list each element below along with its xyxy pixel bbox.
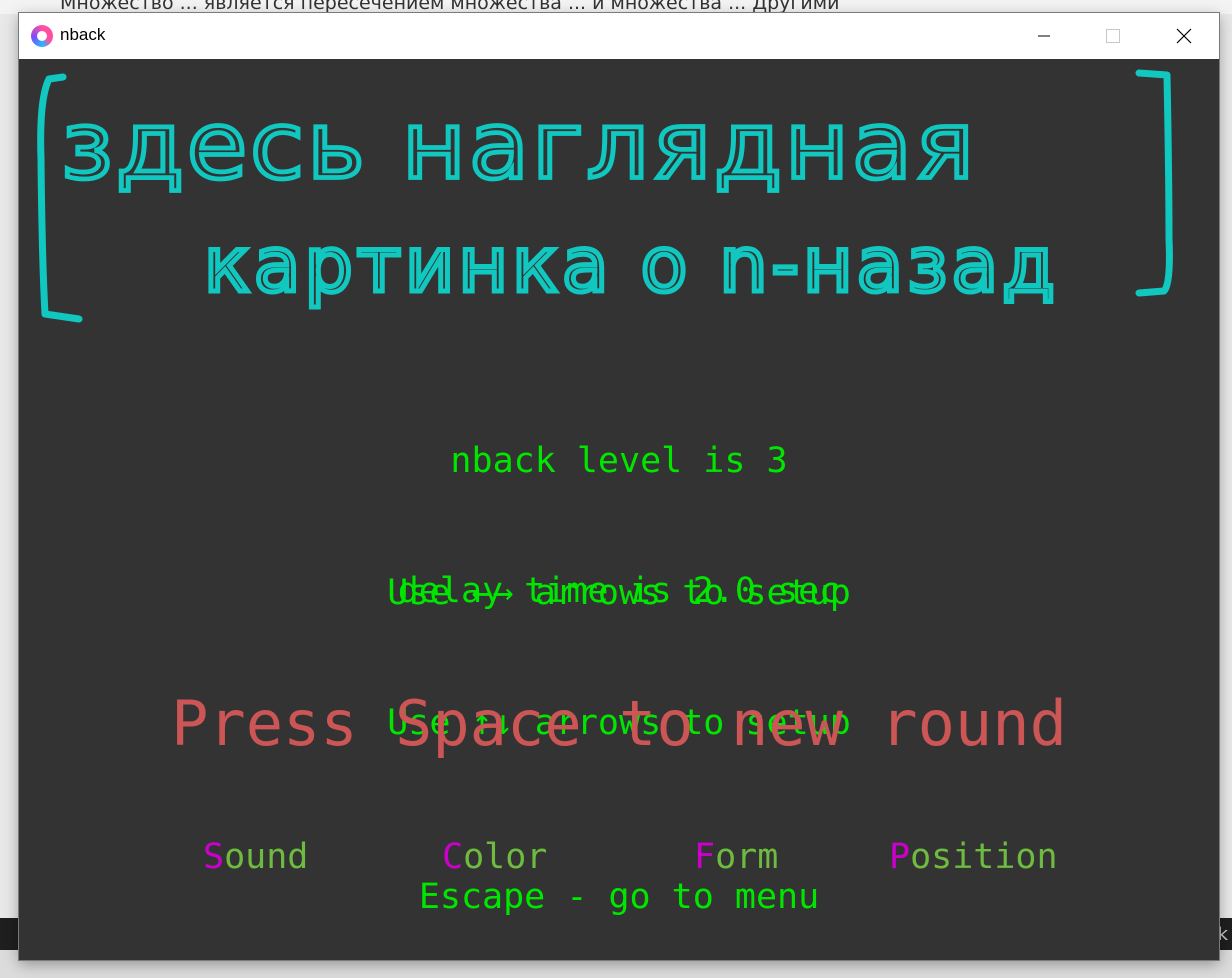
mode-color: Color [442, 835, 547, 879]
background-char: k [1217, 924, 1228, 945]
start-round-prompt: Press Space to new round [171, 687, 1067, 760]
delay-info: delay time is 2.0 sec Use ↑↓ arrows to s… [19, 481, 1219, 833]
title-bar[interactable]: nback [19, 13, 1219, 59]
mode-sound-key: S [203, 837, 225, 877]
mode-sound: Sound [203, 835, 308, 879]
escape-hint: Escape - go to menu [418, 877, 820, 917]
app-window: nback здесь наглядная картинка о n-назад… [19, 13, 1219, 960]
mode-position-key: P [889, 837, 911, 877]
mode-form-key: F [694, 837, 716, 877]
annotation-line-1: здесь наглядная [61, 91, 977, 200]
mode-form-label: orm [715, 837, 779, 877]
app-logo-icon [31, 25, 53, 47]
window-title: nback [60, 25, 106, 44]
annotation-line-2: картинка о n-назад [204, 220, 1059, 309]
maximize-button[interactable] [1090, 13, 1136, 59]
mode-color-key: C [442, 837, 464, 877]
mode-position-label: osition [910, 837, 1058, 877]
game-canvas[interactable]: здесь наглядная картинка о n-назад nback… [19, 59, 1219, 960]
delay-time-text: delay time is 2.0 sec [397, 571, 841, 611]
minimize-button[interactable] [1021, 13, 1067, 59]
handwritten-annotation: здесь наглядная картинка о n-назад [37, 69, 1173, 323]
nback-level-text: nback level is 3 [450, 441, 788, 481]
background-text: Множество ... является пересечением множ… [60, 0, 840, 14]
maximize-icon [1106, 29, 1120, 43]
mode-sound-label: ound [224, 837, 309, 877]
mode-position: Position [889, 835, 1058, 879]
close-button[interactable] [1161, 13, 1207, 59]
mode-color-label: olor [463, 837, 548, 877]
background-window-text: Множество ... является пересечением множ… [0, 0, 1232, 14]
minimize-icon [1038, 35, 1050, 37]
close-icon [1176, 28, 1192, 44]
mode-form: Form [694, 835, 778, 879]
